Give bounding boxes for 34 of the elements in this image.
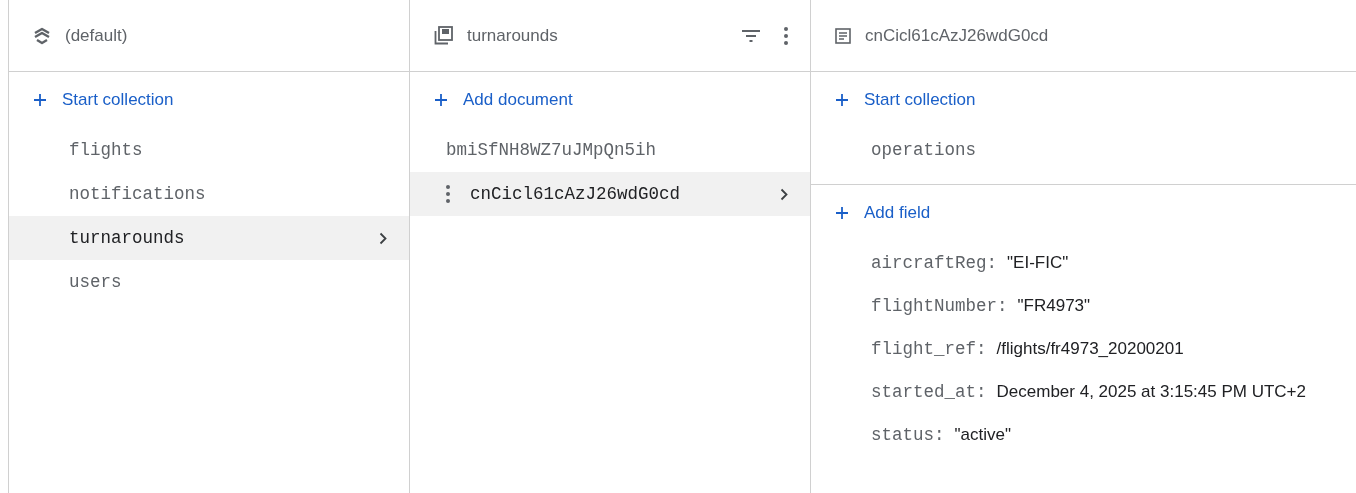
- document-item[interactable]: bmiSfNH8WZ7uJMpQn5ih: [446, 140, 788, 160]
- field-value: December 4, 2025 at 3:15:45 PM UTC+2: [996, 381, 1306, 402]
- field-key: status:: [871, 424, 945, 445]
- panel-title: (default): [65, 25, 129, 46]
- field-value: "active": [954, 424, 1011, 445]
- panel-title: turnarounds: [467, 25, 559, 46]
- more-icon[interactable]: [446, 185, 450, 203]
- add-button[interactable]: Start collection: [835, 78, 976, 122]
- add-button[interactable]: Add document: [434, 78, 573, 122]
- field-value: /flights/fr4973_20200201: [996, 338, 1184, 359]
- plus-icon: [835, 93, 849, 107]
- subcollection-item[interactable]: operations: [871, 140, 1334, 160]
- collection-item[interactable]: flights: [69, 140, 387, 160]
- chevron-right-icon: [379, 231, 387, 245]
- collection-item[interactable]: notifications: [69, 184, 387, 204]
- field-value: "EI-FIC": [1007, 252, 1069, 273]
- database-icon: [33, 26, 51, 45]
- filter-icon[interactable]: [742, 29, 760, 42]
- plus-icon: [835, 206, 849, 220]
- field-key: flight_ref:: [871, 338, 987, 359]
- collection-icon: [434, 26, 453, 45]
- collection-item[interactable]: users: [69, 272, 387, 292]
- field-value: "FR4973": [1017, 295, 1091, 316]
- chevron-right-icon: [780, 187, 788, 201]
- add-button[interactable]: Start collection: [33, 78, 174, 122]
- plus-icon: [33, 93, 47, 107]
- more-icon[interactable]: [784, 26, 788, 45]
- plus-icon: [434, 93, 448, 107]
- field-key: aircraftReg:: [871, 252, 998, 273]
- add-button[interactable]: Add field: [835, 191, 931, 235]
- document-icon: [835, 27, 851, 44]
- panel-title: cnCicl61cAzJ26wdG0cd: [865, 25, 1050, 46]
- field-key: flightNumber:: [871, 295, 1008, 316]
- field-key: started_at:: [871, 381, 987, 402]
